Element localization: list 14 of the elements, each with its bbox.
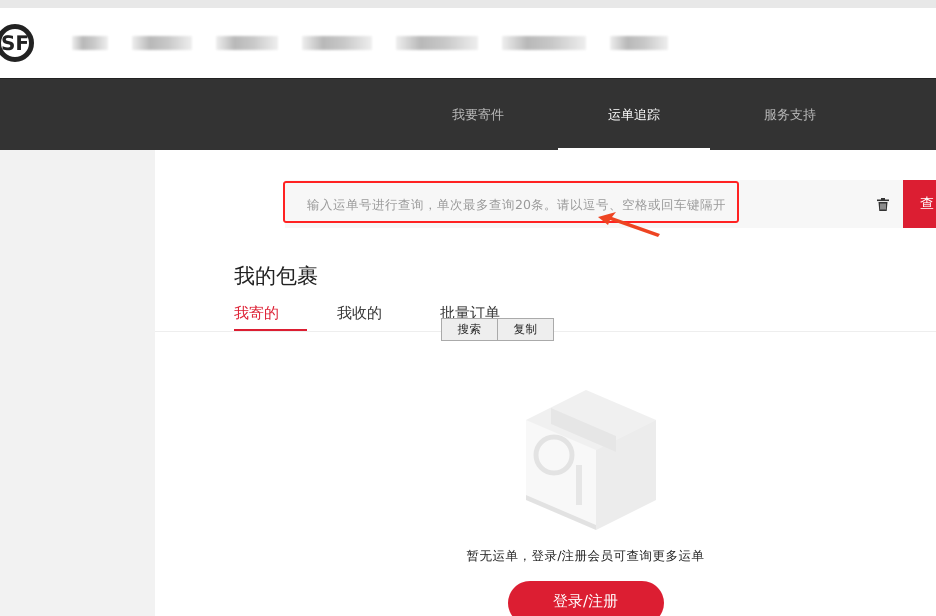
search-field[interactable]: 输入运单号进行查询，单次最多查询20条。请以逗号、空格或回车键隔开 查: [285, 180, 936, 228]
login-button[interactable]: 登录/注册: [508, 581, 664, 616]
sf-logo: SF: [0, 24, 34, 62]
nav-tab[interactable]: 运单追踪: [558, 79, 710, 150]
parcel-tab[interactable]: 我收的: [337, 304, 382, 331]
nav-tab[interactable]: 服务支持: [714, 79, 866, 150]
nav-tab[interactable]: 我要寄件: [402, 79, 554, 150]
search-button[interactable]: 查: [903, 180, 936, 228]
context-menu-item[interactable]: 复制: [497, 319, 553, 340]
section-title: 我的包裹: [234, 263, 319, 290]
context-menu-item[interactable]: 搜索: [442, 319, 497, 340]
trash-icon[interactable]: [877, 198, 889, 210]
annotation-arrow: [598, 212, 660, 238]
empty-message: 暂无运单，登录/注册会员可查询更多运单: [466, 548, 705, 565]
